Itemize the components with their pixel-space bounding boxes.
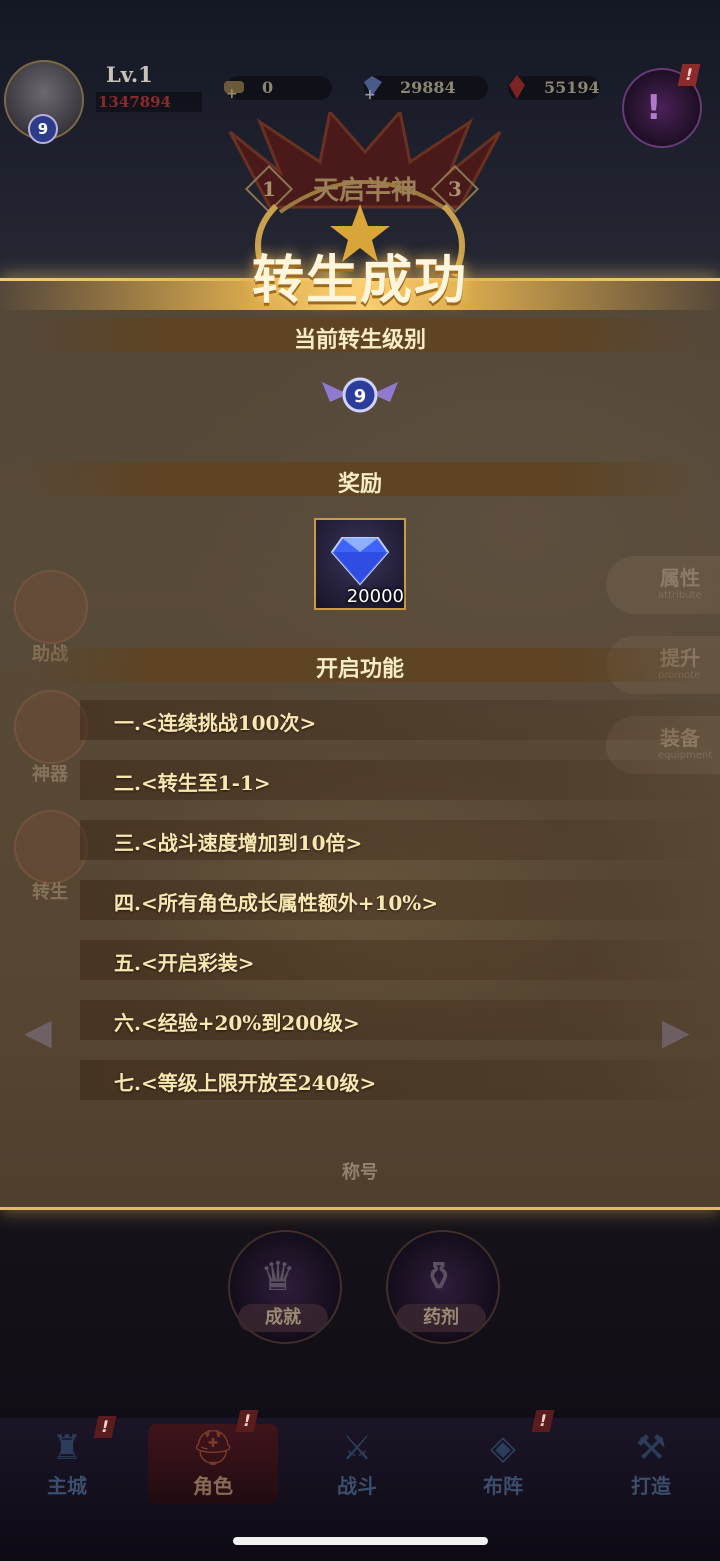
achievement-label: 成就 [238,1304,328,1332]
anvil-icon: ⚒ [635,1428,667,1468]
resource-crystal-value: 29884 [400,78,456,97]
feature-item: 五.<开启彩装> [114,951,255,975]
feature-item: 三.<战斗速度增加到10倍> [114,831,363,855]
nav-formation-label: 布阵 [483,1474,523,1498]
resource-ruby[interactable]: 55194 [508,75,600,100]
resource-scroll-value: 0 [262,78,274,97]
feature-item: 四.<所有角色成长属性额外+10%> [114,891,439,915]
potion-icon: ⚱ [422,1254,456,1300]
nav-character-label: 角色 [193,1474,233,1498]
potion-label: 药剂 [396,1304,486,1332]
ruby-icon [509,75,525,99]
reward-quantity: 20000 [346,586,404,607]
formation-icon: ◈ [489,1428,517,1468]
crystal-icon: + [364,76,382,102]
crossed-swords-icon: ⚔ [341,1428,373,1468]
current-level-header: 当前转生级别 [293,327,426,353]
home-indicator [233,1537,488,1545]
scroll-icon: + [224,81,244,102]
features-header: 开启功能 [315,656,404,682]
nav-city[interactable]: ♜ 主城 [12,1426,122,1506]
player-level: Lv.1 [106,62,153,87]
nav-battle[interactable]: ⚔ 战斗 [302,1426,412,1506]
nav-forge-label: 打造 [631,1474,671,1498]
resource-ruby-value: 55194 [544,78,600,97]
svg-text:+: + [364,87,376,102]
nav-forge[interactable]: ⚒ 打造 [596,1426,706,1506]
resource-crystal[interactable]: + 29884 [364,76,488,102]
diamond-icon [330,537,390,586]
combat-power: 1347894 [96,92,202,112]
trophy-icon: ♛ [260,1254,296,1300]
success-title: 转生成功 [251,250,468,311]
nav-city-label: 主城 [47,1474,87,1498]
svg-text:+: + [226,86,238,102]
rebirth-level-value: 9 [354,386,367,407]
nav-battle-label: 战斗 [337,1474,377,1498]
feature-item: 六.<经验+20%到200级> [114,1011,360,1035]
next-arrow-icon[interactable]: ▶ [662,1012,690,1053]
nav-character[interactable]: ⛑ 角色 [158,1426,268,1506]
feature-item: 二.<转生至1-1> [114,771,271,795]
prev-arrow-icon[interactable]: ◀ [24,1012,52,1053]
reward-header: 奖励 [337,471,382,497]
title-button-label[interactable]: 称号 [332,1158,388,1184]
resource-scroll[interactable]: + 0 [224,76,332,102]
helmet-icon: ⛑ [191,1428,235,1468]
feature-item: 一.<连续挑战100次> [114,711,317,735]
scroll-alert-icon: ! [646,88,662,128]
nav-formation[interactable]: ◈ 布阵 [448,1426,558,1506]
feature-item: 七.<等级上限开放至240级> [114,1071,377,1095]
avatar-rebirth-badge: 9 [28,114,58,144]
rebirth-level-emblem-icon: 9 [322,377,398,413]
